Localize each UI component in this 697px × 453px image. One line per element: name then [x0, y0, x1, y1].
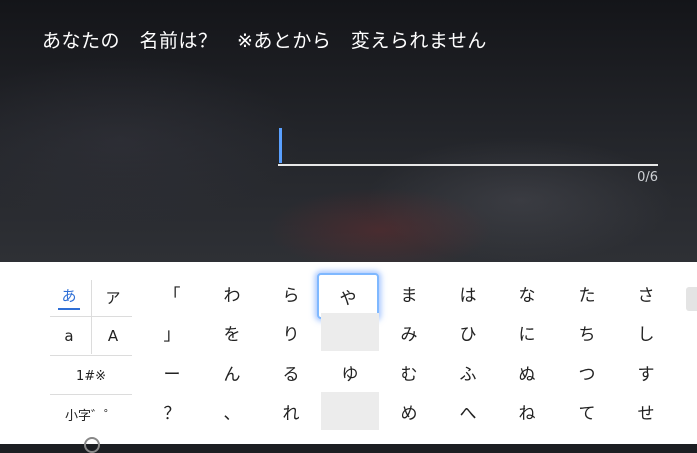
kana-key[interactable]: ？	[143, 392, 201, 430]
mode-small-kana-label: 小字゛゜	[64, 408, 117, 424]
kana-key[interactable]: ら	[262, 274, 320, 312]
mode-uppercase-label: A	[107, 327, 119, 345]
kana-key[interactable]: り	[262, 313, 320, 351]
kana-key[interactable]: わ	[203, 274, 261, 312]
mode-hiragana-key[interactable]: あ	[48, 283, 90, 311]
kana-key[interactable]: し	[617, 313, 675, 351]
kana-key[interactable]: は	[439, 274, 497, 312]
kana-key[interactable]: れ	[262, 392, 320, 430]
kana-key[interactable]: ゆ	[321, 353, 379, 391]
kana-key[interactable]: ひ	[439, 313, 497, 351]
kana-key[interactable]: さ	[617, 274, 675, 312]
bottom-circle-icon	[84, 437, 100, 453]
kana-key[interactable]: に	[498, 313, 556, 351]
text-caret	[279, 128, 282, 163]
mode-divider	[50, 316, 132, 317]
kana-key[interactable]: て	[558, 392, 616, 430]
mode-katakana-label: ア	[105, 288, 121, 307]
kana-key[interactable]: せ	[617, 392, 675, 430]
kana-key[interactable]: め	[380, 392, 438, 430]
mode-hiragana-label: あ	[58, 285, 80, 310]
mode-lowercase-key[interactable]: a	[48, 322, 90, 350]
kana-key[interactable]: な	[498, 274, 556, 312]
kana-key[interactable]: つ	[558, 353, 616, 391]
kana-key[interactable]: ね	[498, 392, 556, 430]
kana-key[interactable]: ー	[143, 353, 201, 391]
mode-symbols-key[interactable]: 1#※	[48, 362, 134, 390]
name-input-field[interactable]	[278, 126, 658, 166]
kana-key[interactable]: 」	[143, 313, 201, 351]
kana-key[interactable]: へ	[439, 392, 497, 430]
kana-key[interactable]: む	[380, 353, 438, 391]
kana-key[interactable]: ん	[203, 353, 261, 391]
character-counter: 0/6	[637, 170, 658, 185]
kana-key[interactable]: を	[203, 313, 261, 351]
kana-key[interactable]: る	[262, 353, 320, 391]
kana-key[interactable]: み	[380, 313, 438, 351]
kana-key[interactable]: ま	[380, 274, 438, 312]
kana-key[interactable]: 、	[203, 392, 261, 430]
blank-key	[321, 392, 379, 430]
kana-key[interactable]: 「	[143, 274, 201, 312]
mode-divider	[50, 394, 132, 395]
mode-symbols-label: 1#※	[75, 368, 107, 384]
mode-uppercase-key[interactable]: A	[92, 322, 134, 350]
mode-lowercase-label: a	[64, 327, 74, 345]
kana-key[interactable]: ぬ	[498, 353, 556, 391]
kana-key[interactable]: た	[558, 274, 616, 312]
mode-divider	[91, 280, 92, 354]
kana-key[interactable]: ふ	[439, 353, 497, 391]
mode-katakana-key[interactable]: ア	[92, 283, 134, 311]
name-prompt: あなたの 名前は？ ※あとから 変えられません	[42, 30, 487, 52]
blank-key	[321, 313, 379, 351]
kana-key[interactable]: ち	[558, 313, 616, 351]
mode-small-kana-key[interactable]: 小字゛゜	[48, 400, 134, 428]
kana-key[interactable]: す	[617, 353, 675, 391]
keyboard-edge-tab[interactable]	[686, 287, 697, 311]
mode-divider	[50, 355, 132, 356]
